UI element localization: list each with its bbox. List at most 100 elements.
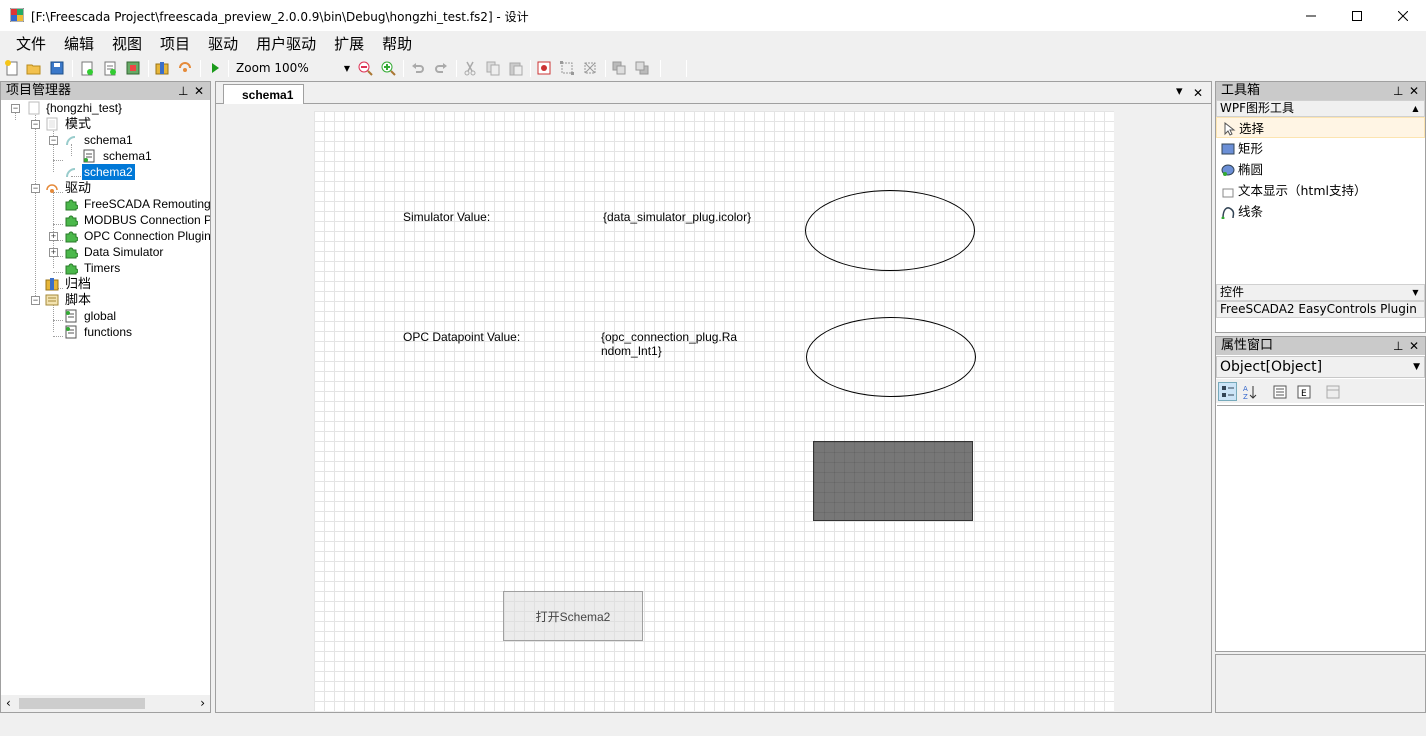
menu-project[interactable]: 项目 (151, 31, 199, 57)
tool-line[interactable]: 线条 (1216, 201, 1425, 222)
minimize-button[interactable] (1288, 0, 1334, 31)
property-grid-button[interactable] (1323, 382, 1342, 401)
menu-user-driver[interactable]: 用户驱动 (247, 31, 325, 57)
menu-file[interactable]: 文件 (7, 31, 55, 57)
zoom-combo[interactable]: Zoom 100% ▼ (232, 59, 352, 78)
scroll-right-icon[interactable]: › (200, 696, 205, 710)
menu-extensions[interactable]: 扩展 (325, 31, 373, 57)
ungroup-button[interactable] (581, 59, 599, 77)
tree-node-schemas[interactable]: − 模式 (1, 116, 210, 132)
menu-driver[interactable]: 驱动 (199, 31, 247, 57)
tree-node-drivers[interactable]: − 驱动 (1, 180, 210, 196)
tree-node-schema1-folder[interactable]: − schema1 (1, 132, 210, 148)
toolbar-separator (72, 60, 73, 77)
collapse-icon[interactable]: − (11, 104, 20, 113)
close-panel-icon[interactable]: ✕ (1409, 82, 1419, 100)
run-button[interactable] (206, 59, 224, 77)
add-script-button[interactable] (101, 59, 119, 77)
document-tabstrip: schema1 ▾ ✕ (216, 82, 1211, 105)
new-project-button[interactable] (3, 59, 21, 77)
tree-node-root[interactable]: − {hongzhi_test} (1, 100, 210, 116)
document-area: schema1 ▾ ✕ Simulator Value: {data_simul… (215, 81, 1212, 713)
chevron-up-icon[interactable]: ▲ (1408, 101, 1423, 116)
close-panel-icon[interactable]: ✕ (194, 82, 204, 100)
events-button[interactable]: E (1294, 382, 1313, 401)
tool-text-display[interactable]: 文本显示（html支持） (1216, 180, 1425, 201)
tree-node-script[interactable]: functions (1, 324, 210, 340)
tab-label: schema1 (242, 88, 294, 102)
tree-node-schema2[interactable]: schema2 (1, 164, 210, 180)
scrollbar-thumb[interactable] (19, 698, 145, 709)
ellipse-shape-bottom[interactable] (806, 317, 976, 397)
collapse-icon[interactable]: − (49, 136, 58, 145)
archive-button[interactable] (153, 59, 171, 77)
collapse-icon[interactable]: − (31, 120, 40, 129)
toolbox-group-controls[interactable]: 控件 ▼ (1216, 284, 1425, 301)
toolbox-group-easycontrols[interactable]: FreeSCADA2 EasyControls Plugin (1216, 301, 1425, 318)
tree-node-driver[interactable]: FreeSCADA Remouting Co (1, 196, 210, 212)
opc-datapoint-binding-line1[interactable]: {opc_connection_plug.Ra (601, 330, 737, 344)
maximize-button[interactable] (1334, 0, 1380, 31)
property-pages-button[interactable] (1270, 382, 1289, 401)
toolbox-group-wpf[interactable]: WPF图形工具 ▲ (1216, 100, 1425, 117)
undo-button[interactable] (409, 59, 427, 77)
simulator-value-label[interactable]: Simulator Value: (403, 210, 490, 224)
simulator-value-binding[interactable]: {data_simulator_plug.icolor} (603, 210, 751, 224)
expand-icon[interactable]: + (49, 248, 58, 257)
import-button[interactable] (124, 59, 142, 77)
horizontal-scrollbar[interactable]: ‹ › (1, 695, 210, 712)
close-document-icon[interactable]: ✕ (1193, 86, 1203, 100)
send-backward-button[interactable] (633, 59, 651, 77)
copy-button[interactable] (484, 59, 502, 77)
paste-button[interactable] (507, 59, 525, 77)
open-schema2-button[interactable]: 打开Schema2 (503, 591, 643, 641)
add-schema-button[interactable] (78, 59, 96, 77)
group-button[interactable] (558, 59, 576, 77)
pin-icon[interactable]: ⊥ (1393, 82, 1403, 100)
pin-icon[interactable]: ⊥ (178, 82, 188, 100)
chevron-down-icon[interactable]: ▼ (1408, 285, 1423, 300)
undo-icon (412, 63, 424, 73)
bind-button[interactable] (535, 59, 553, 77)
tree-node-driver[interactable]: Timers (1, 260, 210, 276)
tab-schema1[interactable]: schema1 (223, 84, 305, 105)
categorized-button[interactable] (1218, 382, 1237, 401)
connect-button[interactable] (176, 59, 194, 77)
tree-node-driver[interactable]: + OPC Connection Plugin (1, 228, 210, 244)
tree-node-scripts[interactable]: − 脚本 (1, 292, 210, 308)
tree-node-driver[interactable]: + Data Simulator (1, 244, 210, 260)
bring-forward-button[interactable] (610, 59, 628, 77)
redo-button[interactable] (432, 59, 450, 77)
menu-view[interactable]: 视图 (103, 31, 151, 57)
object-selector[interactable]: Object[Object] ▼ (1216, 356, 1425, 378)
expand-icon[interactable]: + (49, 232, 58, 241)
opc-datapoint-label[interactable]: OPC Datapoint Value: (403, 330, 520, 344)
pin-icon[interactable]: ⊥ (1393, 337, 1403, 355)
open-button[interactable] (25, 59, 43, 77)
ellipse-shape-top[interactable] (805, 190, 975, 271)
collapse-icon[interactable]: − (31, 184, 40, 193)
menu-help[interactable]: 帮助 (373, 31, 421, 57)
tab-dropdown-icon[interactable]: ▾ (1176, 84, 1183, 99)
tool-rectangle[interactable]: 矩形 (1216, 138, 1425, 159)
collapse-icon[interactable]: − (31, 296, 40, 305)
rectangle-shape[interactable] (813, 441, 973, 521)
tree-node-script[interactable]: global (1, 308, 210, 324)
scroll-left-icon[interactable]: ‹ (6, 696, 11, 710)
tree-node-driver[interactable]: MODBUS Connection Plug (1, 212, 210, 228)
cut-button[interactable] (461, 59, 479, 77)
tree-node-schema1[interactable]: schema1 (1, 148, 210, 164)
menu-edit[interactable]: 编辑 (55, 31, 103, 57)
schema-canvas[interactable]: Simulator Value: {data_simulator_plug.ic… (314, 111, 1114, 711)
close-button[interactable] (1380, 0, 1426, 31)
save-button[interactable] (48, 59, 66, 77)
opc-datapoint-binding-line2[interactable]: ndom_Int1} (601, 344, 662, 358)
alphabetical-button[interactable]: AZ (1240, 382, 1259, 401)
property-grid[interactable] (1217, 405, 1424, 649)
tree-node-archive[interactable]: 归档 (1, 276, 210, 292)
tool-ellipse[interactable]: 椭圆 (1216, 159, 1425, 180)
zoom-in-button[interactable] (379, 59, 397, 77)
zoom-out-button[interactable] (356, 59, 374, 77)
tool-select[interactable]: 选择 (1216, 117, 1425, 138)
close-panel-icon[interactable]: ✕ (1409, 337, 1419, 355)
